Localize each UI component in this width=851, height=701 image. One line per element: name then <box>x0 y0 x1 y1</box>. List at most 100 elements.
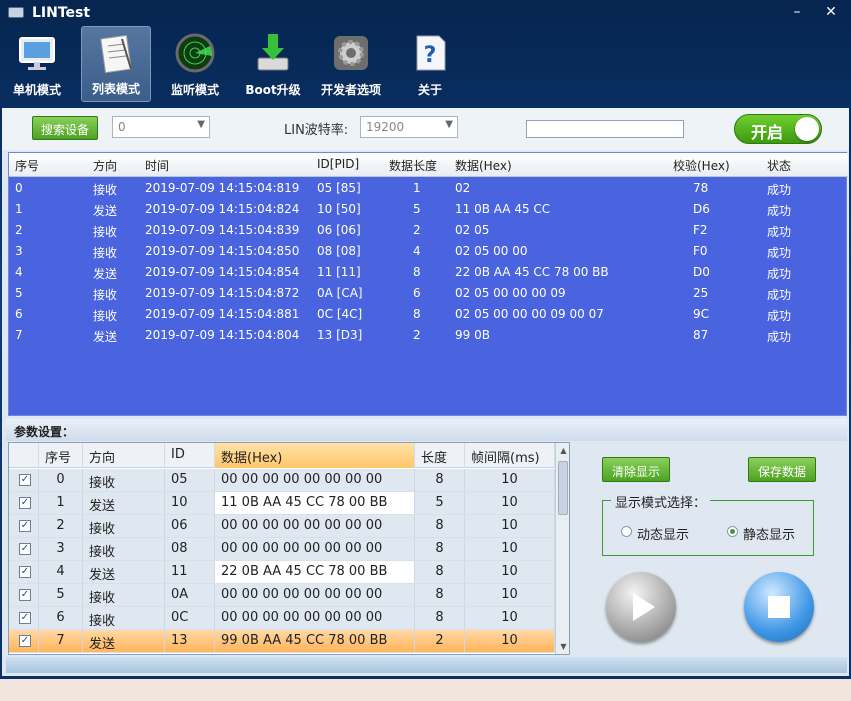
log-cell-status: 成功 <box>767 267 792 281</box>
params-title: 参数设置： <box>6 419 847 441</box>
radio-static[interactable] <box>727 526 738 537</box>
log-cell-length: 6 <box>413 286 421 300</box>
pg-cell-interval: 10 <box>465 515 555 537</box>
device-select[interactable]: 0 ▼ <box>112 116 210 138</box>
log-cell-status: 成功 <box>767 309 792 323</box>
log-row[interactable]: 6 接收 2019-07-09 14:15:04:881 0C [4C] 8 02 05 … <box>9 304 848 325</box>
bottom-divider <box>6 657 847 673</box>
log-row[interactable]: 1 发送 2019-07-09 14:15:04:824 10 [50] 5 11 0B … <box>9 199 848 220</box>
scroll-up-icon[interactable]: ▲ <box>556 443 569 458</box>
baud-rate-select[interactable]: 19200 ▼ <box>360 116 458 138</box>
pg-cell-data[interactable]: 00 00 00 00 00 00 00 00 <box>215 469 415 491</box>
radio-dynamic-label[interactable]: 动态显示 <box>637 524 689 543</box>
log-row[interactable]: 3 接收 2019-07-09 14:15:04:850 08 [08] 4 02 05 … <box>9 241 848 262</box>
log-row[interactable]: 7 发送 2019-07-09 14:15:04:804 13 [D3] 2 99 0B 8… <box>9 325 848 346</box>
row-checkbox[interactable]: ✓ <box>19 566 31 578</box>
clear-display-button[interactable]: 清除显示 <box>602 457 670 482</box>
status-bar <box>0 679 851 701</box>
log-cell-length: 8 <box>413 265 421 279</box>
pg-cell-data[interactable]: 00 00 00 00 00 00 00 00 <box>215 515 415 537</box>
pg-cell-data[interactable]: 22 0B AA 45 CC 78 00 BB <box>215 561 415 583</box>
toolbar-developer-options[interactable]: 开发者选项 <box>316 26 386 102</box>
pg-cell-id: 0C <box>165 607 215 629</box>
pg-cell-data[interactable]: 11 0B AA 45 CC 78 00 BB <box>215 492 415 514</box>
log-cell-id: 05 [85] <box>317 181 361 195</box>
pg-cell-check[interactable]: ✓ <box>9 492 39 514</box>
display-mode-group: 显示模式选择： 动态显示 静态显示 <box>602 492 814 556</box>
params-row[interactable]: ✓ 0 接收 05 00 00 00 00 00 00 00 00 8 10 <box>9 469 555 492</box>
toolbar-label: 开发者选项 <box>320 83 381 97</box>
pg-cell-check[interactable]: ✓ <box>9 538 39 560</box>
toolbar-about[interactable]: ? 关于 <box>395 26 465 102</box>
params-row[interactable]: ✓ 7 发送 13 99 0B AA 45 CC 78 00 BB 2 10 <box>9 630 555 653</box>
minimize-button[interactable]: – <box>786 3 808 21</box>
log-cell-id: 11 [11] <box>317 265 361 279</box>
log-cell-direction: 接收 <box>93 225 118 239</box>
row-checkbox[interactable]: ✓ <box>19 520 31 532</box>
app-icon <box>8 7 24 18</box>
row-checkbox[interactable]: ✓ <box>19 635 31 647</box>
params-scrollbar[interactable]: ▲ ▼ <box>555 443 569 654</box>
pg-cell-no: 0 <box>39 469 83 491</box>
row-checkbox[interactable]: ✓ <box>19 474 31 486</box>
pg-cell-data[interactable]: 00 00 00 00 00 00 00 00 <box>215 607 415 629</box>
log-cell-data: 22 0B AA 45 CC 78 00 BB <box>455 265 609 279</box>
main-toolbar: 单机模式 列表模式 监听模式 Boot升级 开发者选项 ? 关于 <box>0 26 851 106</box>
log-col-id: ID[PID] <box>317 157 360 171</box>
save-data-button[interactable]: 保存数据 <box>748 457 816 482</box>
toolbar-standalone-mode[interactable]: 单机模式 <box>2 26 72 102</box>
radio-dynamic[interactable] <box>621 526 632 537</box>
toggle-label: 开启 <box>751 123 784 142</box>
search-device-button[interactable]: 搜索设备 <box>32 116 98 140</box>
toolbar-boot-upgrade[interactable]: Boot升级 <box>238 26 308 102</box>
start-button[interactable] <box>606 572 676 642</box>
pg-cell-data[interactable]: 99 0B AA 45 CC 78 00 BB <box>215 630 415 652</box>
pg-cell-data[interactable]: 00 00 00 00 00 00 00 00 <box>215 584 415 606</box>
stop-button[interactable] <box>744 572 814 642</box>
pg-cell-no: 1 <box>39 492 83 514</box>
log-row[interactable]: 2 接收 2019-07-09 14:15:04:839 06 [06] 2 02 05 F… <box>9 220 848 241</box>
params-row[interactable]: ✓ 4 发送 11 22 0B AA 45 CC 78 00 BB 8 10 <box>9 561 555 584</box>
scroll-thumb[interactable] <box>558 461 568 515</box>
device-select-value: 0 <box>118 120 126 134</box>
params-row[interactable]: ✓ 3 接收 08 00 00 00 00 00 00 00 00 8 10 <box>9 538 555 561</box>
log-row[interactable]: 4 发送 2019-07-09 14:15:04:854 11 [11] 8 22 0B … <box>9 262 848 283</box>
log-cell-id: 0C [4C] <box>317 307 363 321</box>
log-cell-checksum: D6 <box>693 202 710 216</box>
pg-col-data[interactable]: 数据(Hex) <box>215 443 415 468</box>
params-grid: 序号 方向 ID 数据(Hex) 长度 帧间隔(ms) ✓ 0 接收 05 00 00 … <box>8 442 570 655</box>
toolbar-list-mode[interactable]: 列表模式 <box>81 26 151 102</box>
pg-cell-check[interactable]: ✓ <box>9 469 39 491</box>
row-checkbox[interactable]: ✓ <box>19 589 31 601</box>
pg-cell-no: 7 <box>39 630 83 652</box>
pg-cell-no: 6 <box>39 607 83 629</box>
log-row[interactable]: 0 接收 2019-07-09 14:15:04:819 05 [85] 1 02 78 成功 <box>9 178 848 199</box>
params-row[interactable]: ✓ 1 发送 10 11 0B AA 45 CC 78 00 BB 5 10 <box>9 492 555 515</box>
params-row[interactable]: ✓ 5 接收 0A 00 00 00 00 00 00 00 00 8 10 <box>9 584 555 607</box>
row-checkbox[interactable]: ✓ <box>19 543 31 555</box>
radio-static-label[interactable]: 静态显示 <box>743 524 795 543</box>
pg-cell-check[interactable]: ✓ <box>9 630 39 652</box>
log-cell-direction: 接收 <box>93 246 118 260</box>
pg-cell-data[interactable]: 00 00 00 00 00 00 00 00 <box>215 538 415 560</box>
pg-cell-check[interactable]: ✓ <box>9 561 39 583</box>
pg-cell-id: 05 <box>165 469 215 491</box>
toolbar-label: 单机模式 <box>12 83 61 97</box>
log-row[interactable]: 5 接收 2019-07-09 14:15:04:872 0A [CA] 6 02 05 … <box>9 283 848 304</box>
params-row[interactable]: ✓ 2 接收 06 00 00 00 00 00 00 00 00 8 10 <box>9 515 555 538</box>
toolbar-label: 关于 <box>417 83 442 97</box>
pg-cell-check[interactable]: ✓ <box>9 607 39 629</box>
close-button[interactable]: ✕ <box>820 3 842 21</box>
log-cell-status: 成功 <box>767 183 792 197</box>
log-cell-data: 02 <box>455 181 471 195</box>
params-row[interactable]: ✓ 6 接收 0C 00 00 00 00 00 00 00 00 8 10 <box>9 607 555 630</box>
row-checkbox[interactable]: ✓ <box>19 497 31 509</box>
open-toggle[interactable]: 开启 <box>734 114 822 144</box>
toolbar-monitor-mode[interactable]: 监听模式 <box>160 26 230 102</box>
baud-rate-label: LIN波特率: <box>284 123 349 138</box>
row-checkbox[interactable]: ✓ <box>19 612 31 624</box>
pg-cell-check[interactable]: ✓ <box>9 515 39 537</box>
pg-col-direction: 方向 <box>83 443 165 468</box>
scroll-down-icon[interactable]: ▼ <box>556 639 569 654</box>
pg-cell-check[interactable]: ✓ <box>9 584 39 606</box>
